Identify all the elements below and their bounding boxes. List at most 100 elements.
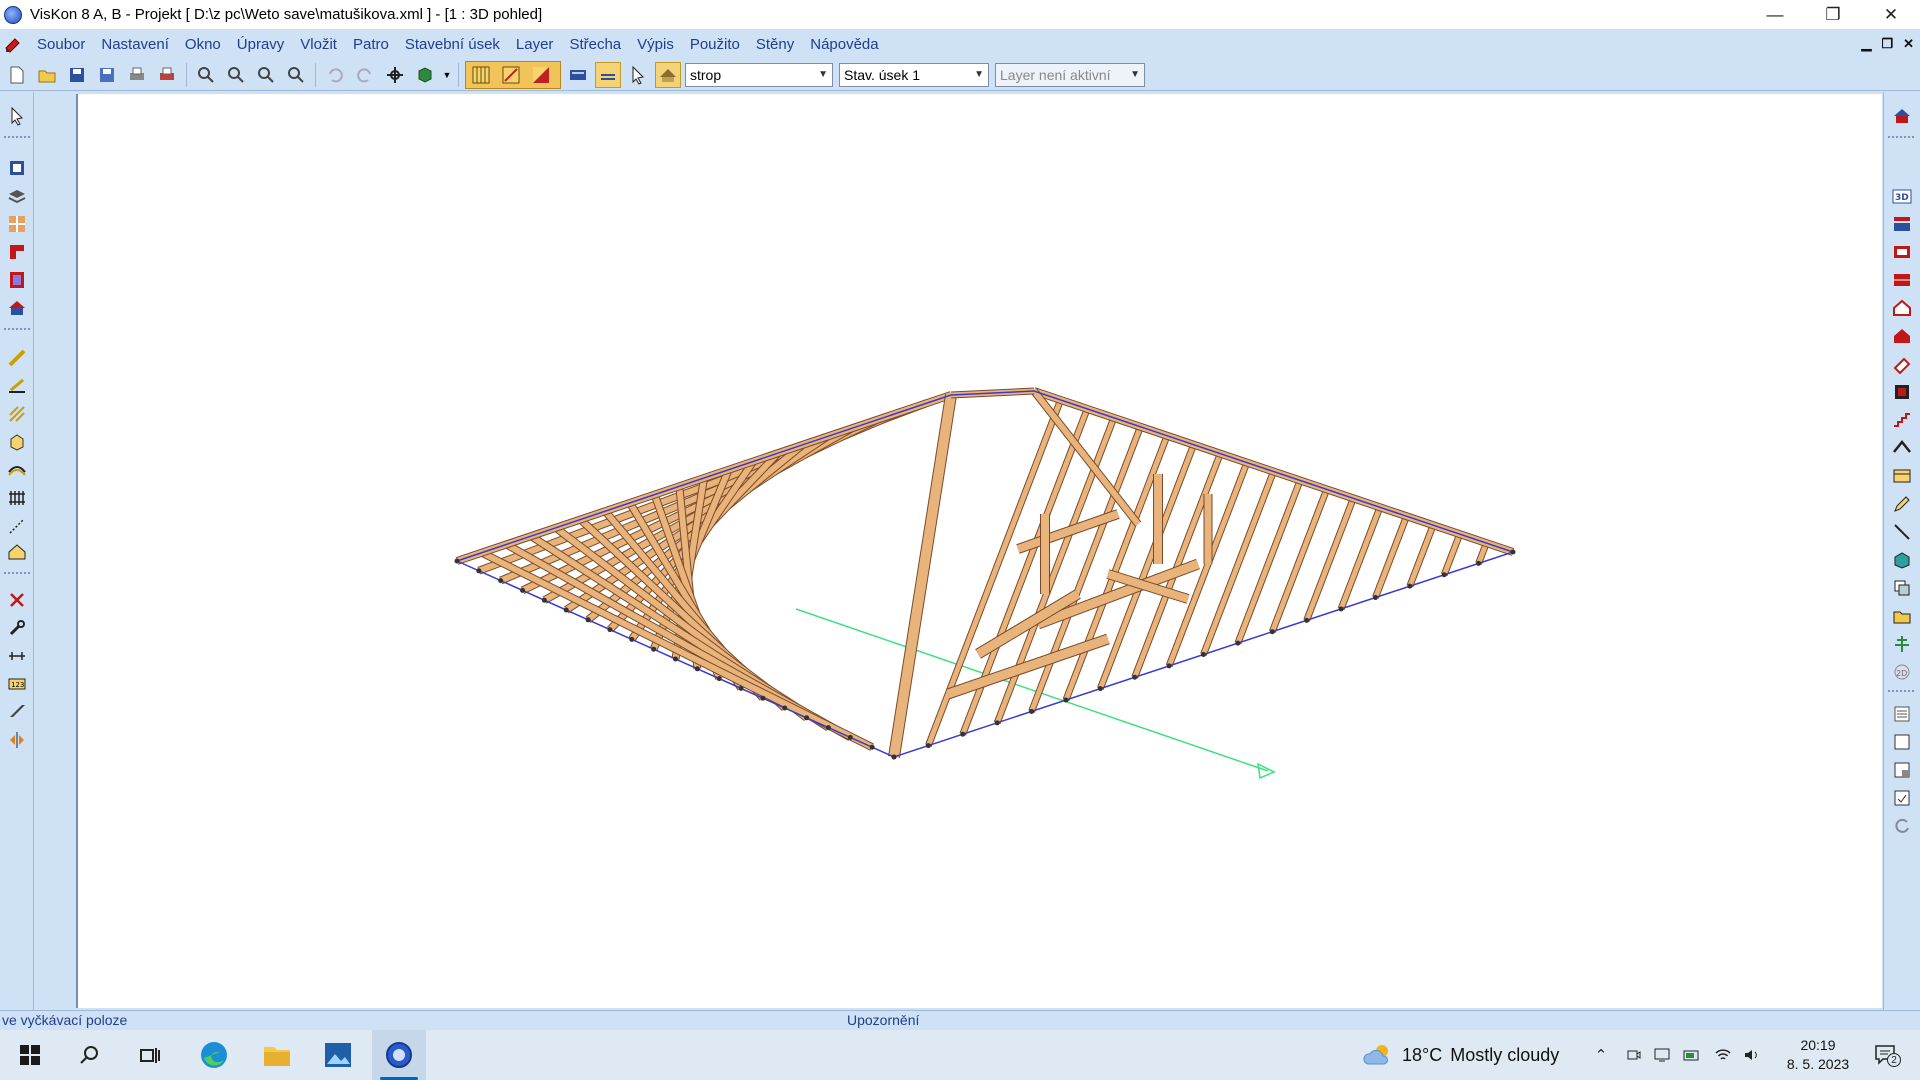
edit-tool-button[interactable] xyxy=(5,616,29,640)
zoom-in-button[interactable] xyxy=(193,62,219,88)
studs-tool-button[interactable] xyxy=(5,486,29,510)
menu-layer[interactable]: Layer xyxy=(508,36,562,53)
section-view-button[interactable] xyxy=(1890,212,1914,236)
frame-button[interactable] xyxy=(1890,730,1914,754)
redo-button[interactable] xyxy=(352,62,378,88)
menu-okno[interactable]: Okno xyxy=(177,36,229,53)
show-hidden-icons-button[interactable]: ⌃ xyxy=(1591,1045,1611,1065)
menu-napoveda[interactable]: Nápověda xyxy=(802,36,886,53)
notifications-button[interactable]: 2 xyxy=(1871,1045,1901,1067)
house-front-button[interactable] xyxy=(1890,296,1914,320)
wall-tool-button[interactable] xyxy=(5,240,29,264)
render-mode-button[interactable] xyxy=(412,62,438,88)
menu-soubor[interactable]: Soubor xyxy=(29,36,93,53)
delete-tool-button[interactable] xyxy=(5,588,29,612)
section-combo[interactable]: Stav. úsek 1 ▼ xyxy=(839,62,989,87)
beam-tool-button[interactable] xyxy=(5,346,29,370)
mirror-tool-button[interactable] xyxy=(5,728,29,752)
menu-stavebni-usek[interactable]: Stavební úsek xyxy=(397,36,508,53)
menu-steny[interactable]: Stěny xyxy=(748,36,802,53)
print-button[interactable] xyxy=(124,62,150,88)
measure-tool-button[interactable] xyxy=(5,644,29,668)
wall-fill-button[interactable] xyxy=(528,62,554,88)
solid-button[interactable] xyxy=(1890,548,1914,572)
slab-tool-button[interactable] xyxy=(5,184,29,208)
window-tool-button[interactable] xyxy=(5,156,29,180)
save-all-button[interactable] xyxy=(94,62,120,88)
system-clock[interactable]: 20:19 8. 5. 2023 xyxy=(1768,1036,1868,1074)
pencil-button[interactable] xyxy=(1890,492,1914,516)
floor-view-button[interactable] xyxy=(1890,240,1914,264)
panel-button[interactable] xyxy=(1890,464,1914,488)
menu-vypis[interactable]: Výpis xyxy=(629,36,682,53)
print-preview-button[interactable] xyxy=(154,62,180,88)
mdi-close-button[interactable]: ✕ xyxy=(1903,36,1914,52)
undo-button[interactable] xyxy=(322,62,348,88)
roof-view-button[interactable] xyxy=(655,61,681,88)
hatch-button[interactable] xyxy=(595,61,621,88)
profile-tool-button[interactable] xyxy=(5,700,29,724)
pan-button[interactable] xyxy=(382,62,408,88)
list-view-button[interactable] xyxy=(1890,702,1914,726)
layer-combo[interactable]: Layer není aktivní ▼ xyxy=(995,62,1145,87)
house-side-button[interactable] xyxy=(1890,324,1914,348)
frame-corner-button[interactable] xyxy=(1890,758,1914,782)
task-view-button[interactable] xyxy=(123,1030,177,1080)
wall-edit-button[interactable] xyxy=(1890,380,1914,404)
roof-tool-button[interactable] xyxy=(5,296,29,320)
meet-now-icon[interactable] xyxy=(1624,1045,1644,1065)
mdi-restore-button[interactable]: ❐ xyxy=(1881,36,1893,52)
file-explorer-button[interactable] xyxy=(250,1030,304,1080)
open-file-button[interactable] xyxy=(34,62,60,88)
open-folder-button[interactable] xyxy=(1890,604,1914,628)
select-tool-button[interactable] xyxy=(5,104,29,128)
dim-line-tool-button[interactable] xyxy=(5,514,29,538)
weather-widget[interactable]: 18°C Mostly cloudy xyxy=(1362,1030,1559,1080)
close-button[interactable]: ✕ xyxy=(1862,0,1920,29)
mdi-minimize-button[interactable]: ▁ xyxy=(1861,36,1871,52)
rafter-tool-button[interactable] xyxy=(5,374,29,398)
floor-combo[interactable]: strop ▼ xyxy=(685,62,833,87)
zoom-window-button[interactable] xyxy=(283,62,309,88)
zoom-out-button[interactable] xyxy=(223,62,249,88)
line-button[interactable] xyxy=(1890,520,1914,544)
ruler-view-button[interactable] xyxy=(468,62,494,88)
minimize-button[interactable]: — xyxy=(1746,0,1804,29)
menu-vlozit[interactable]: Vložit xyxy=(292,36,345,53)
copy-button[interactable] xyxy=(1890,576,1914,600)
menu-upravy[interactable]: Úpravy xyxy=(229,36,293,53)
restore-button[interactable]: ❐ xyxy=(1804,0,1862,29)
tree-button[interactable] xyxy=(1890,632,1914,656)
refresh-button[interactable] xyxy=(1890,814,1914,838)
walls-view-button[interactable] xyxy=(1890,268,1914,292)
purlin-tool-button[interactable] xyxy=(5,402,29,426)
edge-button[interactable] xyxy=(187,1030,241,1080)
house-view-button[interactable] xyxy=(1890,104,1914,128)
ink-workspace-icon[interactable] xyxy=(1652,1045,1672,1065)
arch-tool-button[interactable] xyxy=(5,458,29,482)
block-tool-button[interactable] xyxy=(5,430,29,454)
3d-view-canvas[interactable] xyxy=(76,94,1882,1008)
menu-strecha[interactable]: Střecha xyxy=(561,36,629,53)
menu-pouzito[interactable]: Použito xyxy=(682,36,748,53)
render-mode-dropdown[interactable]: ▼ xyxy=(442,62,452,88)
viskon-taskbar-button[interactable] xyxy=(372,1030,426,1080)
start-button[interactable] xyxy=(3,1030,57,1080)
snap-point-button[interactable] xyxy=(498,62,524,88)
save-button[interactable] xyxy=(64,62,90,88)
truss-tool-button[interactable] xyxy=(5,540,29,564)
roof-outline-button[interactable] xyxy=(1890,436,1914,460)
view-3d-button[interactable]: 3D xyxy=(1890,184,1914,208)
menu-patro[interactable]: Patro xyxy=(345,36,397,53)
grid-tool-button[interactable] xyxy=(5,212,29,236)
menu-nastaveni[interactable]: Nastavení xyxy=(93,36,177,53)
select-arrow-button[interactable] xyxy=(625,62,651,88)
new-file-button[interactable] xyxy=(4,62,30,88)
volume-icon[interactable] xyxy=(1742,1045,1762,1065)
view-2d-button[interactable]: 2D xyxy=(1890,660,1914,684)
search-button[interactable] xyxy=(63,1030,117,1080)
eraser-button[interactable] xyxy=(1890,352,1914,376)
frame-check-button[interactable] xyxy=(1890,786,1914,810)
zoom-all-button[interactable] xyxy=(253,62,279,88)
numbering-tool-button[interactable]: 123 xyxy=(5,672,29,696)
